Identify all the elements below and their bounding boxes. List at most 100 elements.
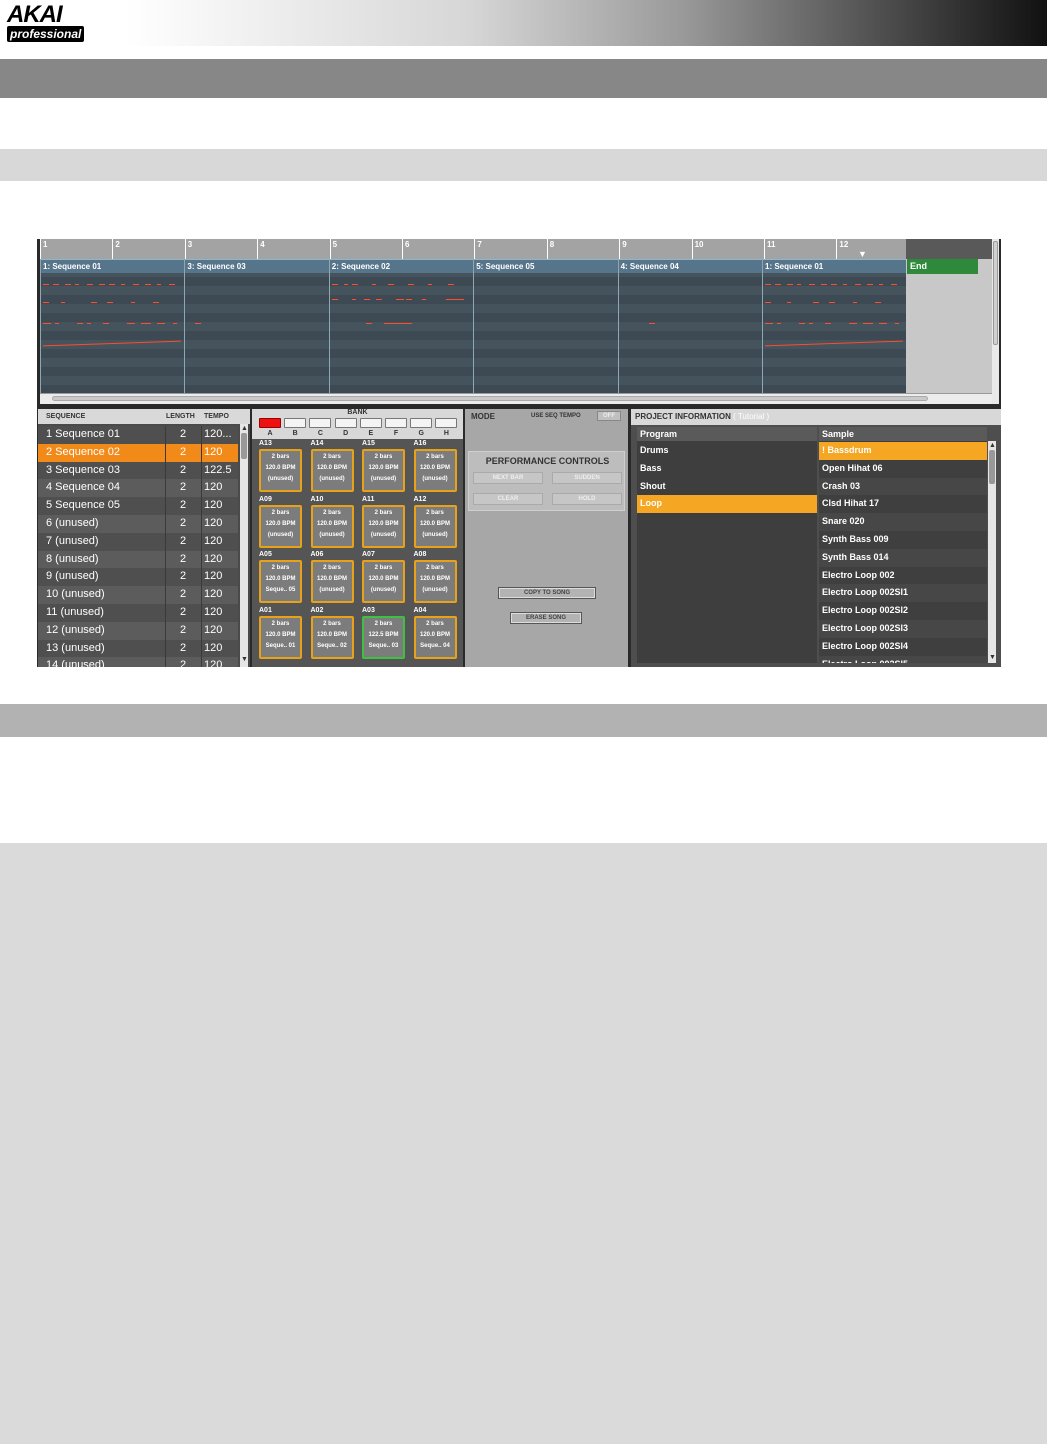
sequence-row[interactable]: 9 (unused) 2 120 [38,568,238,587]
midi-note [787,302,791,303]
sequence-block[interactable]: 4: Sequence 04 [617,259,762,393]
bank-b-button[interactable] [284,418,307,428]
sequence-row[interactable]: 6 (unused) 2 120 [38,515,238,533]
scroll-down-arrow-icon[interactable]: ▼ [241,656,248,663]
sample-item[interactable]: Electro Loop 002Sl4 [819,637,987,656]
bank-c-button[interactable] [309,418,332,428]
bank-h-button[interactable] [435,418,458,428]
clear-button[interactable]: CLEAR [473,493,543,505]
pad[interactable]: 2 bars 120.0 BPM (unused) [310,504,354,548]
sequence-block[interactable]: 3: Sequence 03 [184,259,329,393]
sample-item[interactable]: Electro Loop 002Sl2 [819,602,987,620]
sequence-row[interactable]: 11 (unused) 2 120 [38,604,238,622]
length-column-header[interactable]: LENGTH [166,413,195,420]
pad[interactable]: 2 bars 120.0 BPM (unused) [310,560,354,603]
sequence-block[interactable]: 1: Sequence 01 [40,259,185,393]
scroll-down-arrow-icon[interactable]: ▼ [989,654,996,661]
sequence-block-label: 4: Sequence 04 [618,259,762,273]
bar-ruler[interactable]: 1 2 3 4 5 6 7 8 9 10 11 12 ▼ [40,239,999,259]
program-item[interactable]: Bass [637,460,817,478]
pad[interactable]: 2 bars 120.0 BPM (unused) [310,449,354,492]
scroll-up-arrow-icon[interactable]: ▲ [989,442,996,449]
pad[interactable]: 2 bars 120.0 BPM Seque.. 02 [310,615,354,659]
vertical-scrollbar[interactable] [992,239,999,404]
pad[interactable]: 2 bars 120.0 BPM (unused) [413,560,457,603]
sample-item[interactable]: Crash 03 [819,477,987,496]
sample-column-header: Sample [819,427,987,441]
playhead-marker-icon[interactable]: ▼ [858,250,867,259]
copy-to-song-button[interactable]: COPY TO SONG [498,587,596,599]
sequence-row[interactable]: 5 Sequence 05 2 120 [38,497,238,515]
scroll-thumb[interactable] [993,241,998,345]
program-item[interactable]: Loop [637,495,817,514]
pad[interactable]: 2 bars 120.0 BPM Seque.. 04 [413,615,457,659]
sequence-row[interactable]: 7 (unused) 2 120 [38,532,238,551]
sequence-row[interactable]: 10 (unused) 2 120 [38,586,238,604]
sample-item[interactable]: Electro Loop 002Sl1 [819,584,987,603]
pad[interactable]: 2 bars 120.0 BPM (unused) [413,449,457,492]
pad[interactable]: 2 bars 120.0 BPM (unused) [362,504,405,548]
sequence-name: 12 (unused) [46,623,105,636]
scroll-thumb[interactable] [52,396,928,401]
sequence-block[interactable]: 5: Sequence 05 [473,259,618,393]
section-background [0,843,1047,1444]
sample-item[interactable]: Snare 020 [819,513,987,531]
sample-scrollbar[interactable]: ▲ ▼ [988,441,996,663]
sample-item[interactable]: Open Hihat 06 [819,459,987,478]
sample-item[interactable]: Clsd Hihat 17 [819,495,987,514]
sequence-scrollbar[interactable]: ▲ ▼ [240,424,248,667]
pad[interactable]: 2 bars 120.0 BPM (unused) [413,504,457,548]
sample-item[interactable]: Electro Loop 002 [819,566,987,585]
sequence-row[interactable]: 14 (unused) 2 120 [38,657,238,667]
midi-note [43,302,49,303]
sample-item[interactable]: Electro Loop 002Sl3 [819,620,987,638]
pad[interactable]: 2 bars 120.0 BPM (unused) [259,449,302,492]
bank-e-button[interactable] [359,418,382,428]
pad[interactable]: 2 bars 120.0 BPM Seque.. 05 [259,560,302,603]
hold-button[interactable]: HOLD [552,493,622,505]
sequence-block-label: 1: Sequence 01 [763,259,907,273]
sample-item[interactable]: Synth Bass 009 [819,531,987,549]
pad[interactable]: 2 bars 122.5 BPM Seque.. 03 [362,615,405,659]
pad[interactable]: 2 bars 120.0 BPM Seque.. 01 [259,615,302,659]
erase-song-button[interactable]: ERASE SONG [510,612,582,624]
scroll-thumb[interactable] [241,433,247,459]
end-marker[interactable]: End [907,259,978,274]
bank-g-button[interactable] [410,418,433,428]
horizontal-scrollbar[interactable] [40,393,992,404]
program-item[interactable]: Drums [637,442,817,460]
midi-note [61,302,65,303]
sequence-length-cell: 2 [165,550,201,569]
sequence-name: 11 (unused) [46,606,104,618]
sequence-row[interactable]: 3 Sequence 03 2 122.5 [38,461,238,480]
sequence-row[interactable]: 8 (unused) 2 120 [38,550,238,569]
scroll-up-arrow-icon[interactable]: ▲ [241,425,248,432]
next-bar-button[interactable]: NEXT BAR [473,472,543,484]
sequence-row[interactable]: 1 Sequence 01 2 120... [38,426,238,444]
tempo-column-header[interactable]: TEMPO [204,413,229,420]
sudden-button[interactable]: SUDDEN [552,472,622,484]
pad[interactable]: 2 bars 120.0 BPM (unused) [362,560,405,603]
use-seq-tempo-toggle[interactable]: OFF [597,411,621,421]
sample-item[interactable]: Electro Loop 002Sl5 [819,655,987,663]
sample-item[interactable]: Synth Bass 014 [819,548,987,567]
midi-note [77,323,83,324]
sequence-row[interactable]: 12 (unused) 2 120 [38,621,238,640]
program-item[interactable]: Shout [637,478,817,496]
bank-f-button[interactable] [385,418,407,428]
midi-note [371,284,376,285]
sequence-row[interactable]: 4 Sequence 04 2 120 [38,479,238,498]
sequence-row[interactable]: 13 (unused) 2 120 [38,639,238,658]
sequence-row[interactable]: 2 Sequence 02 2 120 [38,443,238,462]
sample-item[interactable]: ! Bassdrum [819,442,987,460]
scroll-thumb[interactable] [989,450,995,484]
sequence-block[interactable]: 1: Sequence 01 [762,259,907,393]
pad[interactable]: 2 bars 120.0 BPM (unused) [362,449,405,492]
sequence-block[interactable]: 2: Sequence 02 [328,259,474,393]
bank-a-button[interactable] [259,418,281,428]
bank-d-button[interactable] [334,418,357,428]
pad[interactable]: 2 bars 120.0 BPM (unused) [259,504,302,548]
midi-note [343,284,348,285]
pad-bars: 2 bars [374,620,393,627]
sequence-column-header[interactable]: SEQUENCE [46,413,85,420]
